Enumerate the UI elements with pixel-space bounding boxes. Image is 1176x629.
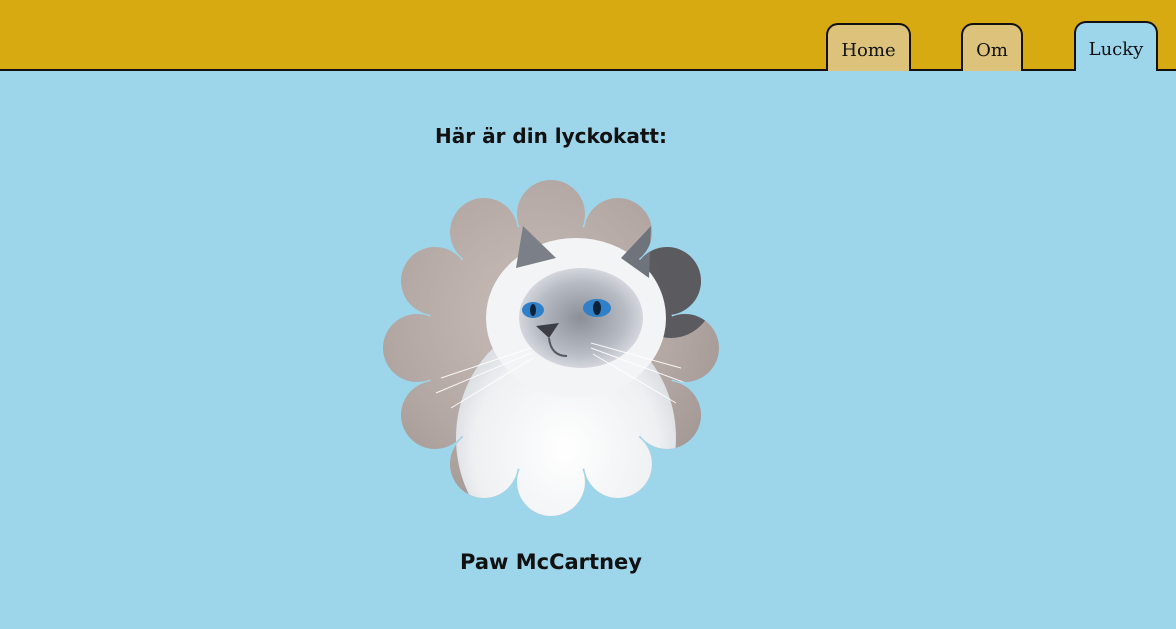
tab-om[interactable]: Om bbox=[961, 23, 1023, 71]
tab-lucky[interactable]: Lucky bbox=[1074, 21, 1158, 71]
page-heading: Här är din lyckokatt: bbox=[435, 124, 667, 148]
lucky-cat-image bbox=[383, 180, 719, 516]
tab-home[interactable]: Home bbox=[826, 23, 911, 71]
cat-name: Paw McCartney bbox=[460, 550, 642, 574]
top-navigation-bar: Home Om Lucky bbox=[0, 0, 1176, 71]
